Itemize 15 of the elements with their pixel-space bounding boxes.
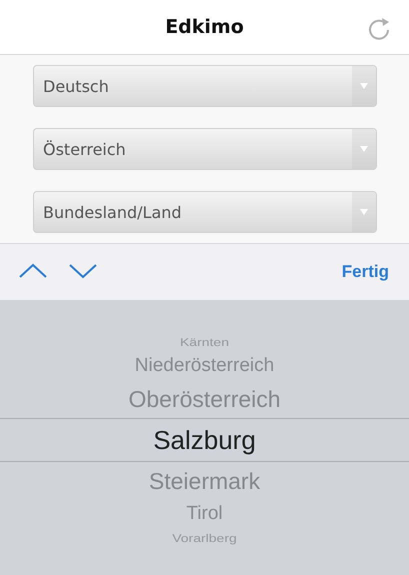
app-title: Edkimo: [165, 16, 244, 38]
picker-option[interactable]: Niederösterreich: [134, 355, 274, 377]
picker-option[interactable]: Oberösterreich: [128, 386, 281, 412]
dropdown-arrow-icon: [360, 83, 368, 89]
picker-option[interactable]: Salzburg: [153, 424, 256, 456]
dropdown-arrow-icon: [360, 146, 368, 152]
done-button[interactable]: Fertig: [342, 262, 389, 282]
picker-option[interactable]: Kärnten: [180, 336, 230, 348]
dropdown-field[interactable]: Österreich: [33, 128, 377, 170]
dropdown-arrow-icon: [360, 209, 368, 215]
dropdown-field[interactable]: Deutsch: [33, 65, 377, 107]
picker-option[interactable]: Vorarlberg: [172, 532, 237, 544]
picker-option[interactable]: Tirol: [186, 503, 223, 525]
picker-option[interactable]: Steiermark: [148, 468, 260, 494]
dropdown-field[interactable]: Bundesland/Land: [33, 191, 377, 233]
